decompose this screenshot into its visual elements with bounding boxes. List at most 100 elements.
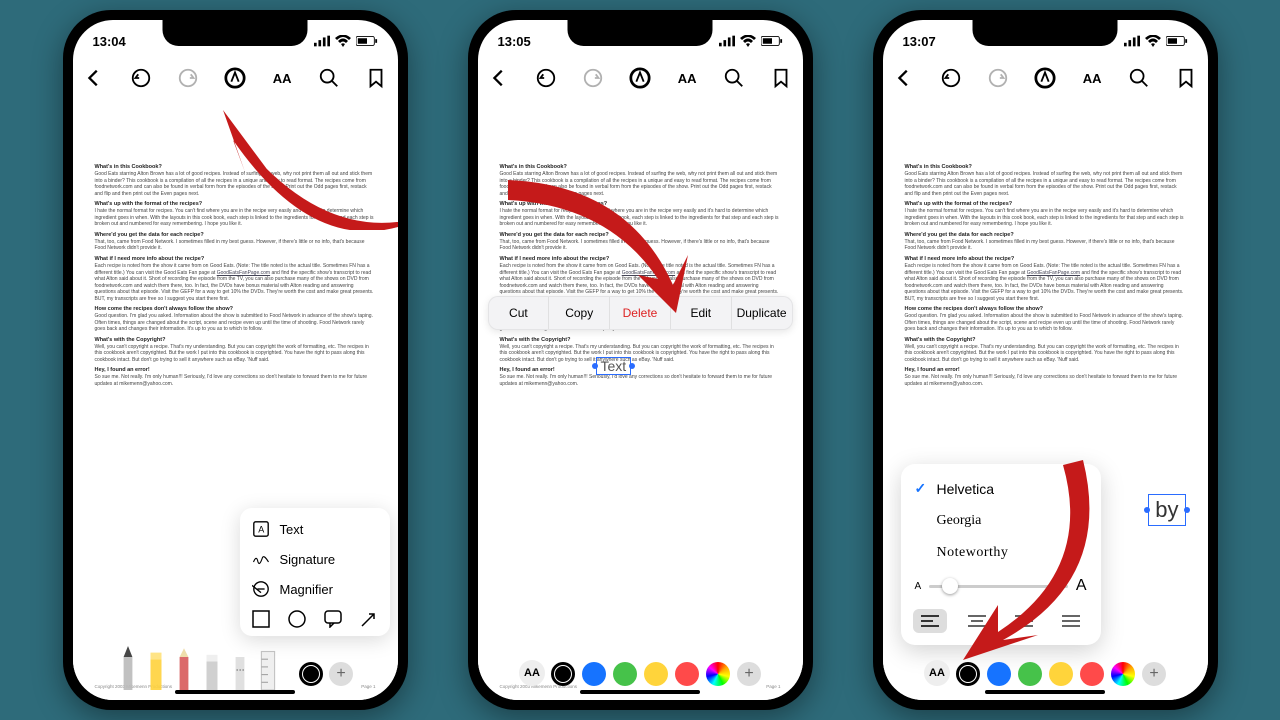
- font-georgia[interactable]: Georgia: [901, 505, 1101, 537]
- pencil-tool[interactable]: [173, 646, 195, 686]
- search-icon[interactable]: [723, 67, 745, 89]
- color-swatch-red[interactable]: [675, 662, 699, 686]
- markup-icon[interactable]: [224, 67, 246, 89]
- cell-signal-icon: [314, 35, 330, 47]
- home-indicator[interactable]: [175, 690, 295, 694]
- home-indicator[interactable]: [985, 690, 1105, 694]
- font-size-slider[interactable]: A A: [901, 569, 1101, 603]
- markup-tools-popover: A Text Signature Magnifier: [240, 508, 390, 636]
- ctx-edit[interactable]: Edit: [671, 297, 732, 329]
- search-icon[interactable]: [1128, 67, 1150, 89]
- font-noteworthy[interactable]: Noteworthy: [901, 537, 1101, 569]
- text-annotation[interactable]: Text: [596, 357, 632, 375]
- redo-icon[interactable]: [177, 67, 199, 89]
- shape-speech-bubble-icon[interactable]: [324, 610, 342, 628]
- align-left-icon[interactable]: [913, 609, 947, 633]
- doc-para: Each recipe is noted from the show it ca…: [95, 263, 376, 302]
- undo-icon[interactable]: [130, 67, 152, 89]
- wifi-icon: [1145, 35, 1161, 47]
- cell-signal-icon: [719, 35, 735, 47]
- bookmark-icon[interactable]: [770, 67, 792, 89]
- add-tool-button[interactable]: +: [737, 662, 761, 686]
- doc-para: I hate the normal format for recipes. Yo…: [95, 208, 376, 228]
- battery-icon: [356, 35, 378, 47]
- align-center-icon[interactable]: [960, 609, 994, 633]
- color-swatch-black[interactable]: [956, 662, 980, 686]
- markup-text[interactable]: A Text: [240, 514, 390, 544]
- color-swatch-black[interactable]: [299, 662, 323, 686]
- ctx-delete[interactable]: Delete: [610, 297, 671, 329]
- phone-3: 13:07 AA What's in this Cookbook?Good Ea…: [873, 10, 1218, 710]
- ctx-cut[interactable]: Cut: [489, 297, 550, 329]
- ctx-copy[interactable]: Copy: [549, 297, 610, 329]
- font-helvetica[interactable]: ✓Helvetica: [901, 472, 1101, 505]
- text-size-icon[interactable]: AA: [271, 67, 293, 89]
- shape-circle-icon[interactable]: [288, 610, 306, 628]
- status-time: 13:04: [93, 34, 126, 49]
- back-icon[interactable]: [488, 67, 510, 89]
- undo-icon[interactable]: [940, 67, 962, 89]
- color-picker-button[interactable]: [1111, 662, 1135, 686]
- text-size-icon[interactable]: AA: [676, 67, 698, 89]
- text-style-button[interactable]: AA: [519, 660, 545, 686]
- battery-icon: [1166, 35, 1188, 47]
- color-swatch-green[interactable]: [1018, 662, 1042, 686]
- doc-heading: Where'd you get the data for each recipe…: [95, 232, 376, 239]
- pen-tool[interactable]: [117, 646, 139, 686]
- color-picker-button[interactable]: [706, 662, 730, 686]
- home-indicator[interactable]: [580, 690, 700, 694]
- ruler-tool[interactable]: [257, 646, 279, 686]
- doc-para: That, too, came from Food Network. I som…: [95, 239, 376, 252]
- phone-2: 13:05 AA What's in this Cookbook?Good Ea…: [468, 10, 813, 710]
- align-justify-icon[interactable]: [1054, 609, 1088, 633]
- redo-icon[interactable]: [987, 67, 1009, 89]
- redo-icon[interactable]: [582, 67, 604, 89]
- checkmark-icon: ✓: [915, 480, 929, 497]
- doc-heading: What's up with the format of the recipes…: [95, 201, 376, 208]
- color-swatch-black[interactable]: [551, 662, 575, 686]
- text-annotation[interactable]: by: [1148, 494, 1185, 526]
- back-icon[interactable]: [83, 67, 105, 89]
- color-palette: AA +: [478, 640, 803, 686]
- doc-heading: What if I need more info about the recip…: [95, 256, 376, 263]
- color-swatch-blue[interactable]: [987, 662, 1011, 686]
- add-tool-button[interactable]: +: [1142, 662, 1166, 686]
- status-time: 13:05: [498, 34, 531, 49]
- color-swatch-green[interactable]: [613, 662, 637, 686]
- bookmark-icon[interactable]: [1175, 67, 1197, 89]
- ctx-duplicate[interactable]: Duplicate: [732, 297, 792, 329]
- lasso-tool[interactable]: ⋯: [229, 646, 251, 686]
- color-swatch-yellow[interactable]: [1049, 662, 1073, 686]
- markup-magnifier[interactable]: Magnifier: [240, 574, 390, 604]
- align-right-icon[interactable]: [1007, 609, 1041, 633]
- markup-signature[interactable]: Signature: [240, 544, 390, 574]
- toolbar: AA: [478, 56, 803, 100]
- doc-para: Well, you can't copyright a recipe. That…: [95, 344, 376, 364]
- bookmark-icon[interactable]: [365, 67, 387, 89]
- shape-arrow-icon[interactable]: [360, 610, 378, 628]
- markup-icon[interactable]: [629, 67, 651, 89]
- document-page[interactable]: What's in this Cookbook?Good Eats starri…: [478, 100, 803, 700]
- doc-para: Good Eats starring Alton Brown has a lot…: [95, 171, 376, 197]
- markup-icon[interactable]: [1034, 67, 1056, 89]
- color-swatch-blue[interactable]: [582, 662, 606, 686]
- svg-text:A: A: [258, 525, 264, 535]
- wifi-icon: [740, 35, 756, 47]
- doc-para: So sue me. Not really. I'm only human!!!…: [95, 374, 376, 387]
- search-icon[interactable]: [318, 67, 340, 89]
- color-swatch-yellow[interactable]: [644, 662, 668, 686]
- undo-icon[interactable]: [535, 67, 557, 89]
- text-size-icon[interactable]: AA: [1081, 67, 1103, 89]
- cell-signal-icon: [1124, 35, 1140, 47]
- add-tool-button[interactable]: +: [329, 662, 353, 686]
- eraser-tool[interactable]: [201, 646, 223, 686]
- notch: [973, 20, 1118, 46]
- color-swatch-red[interactable]: [1080, 662, 1104, 686]
- text-style-button[interactable]: AA: [924, 660, 950, 686]
- shape-square-icon[interactable]: [252, 610, 270, 628]
- battery-icon: [761, 35, 783, 47]
- doc-heading: Hey, I found an error!: [95, 367, 376, 374]
- svg-text:⋯: ⋯: [236, 664, 245, 674]
- back-icon[interactable]: [893, 67, 915, 89]
- highlighter-tool[interactable]: [145, 646, 167, 686]
